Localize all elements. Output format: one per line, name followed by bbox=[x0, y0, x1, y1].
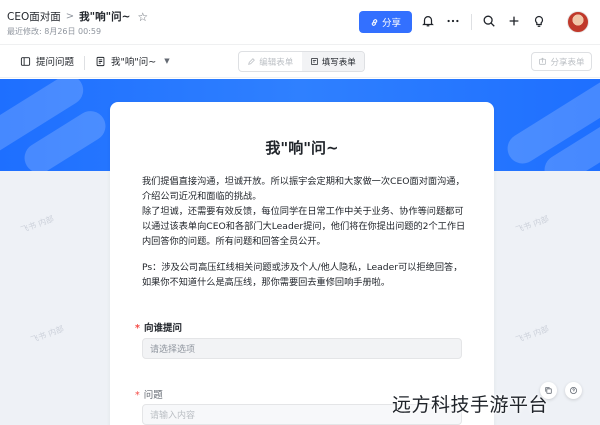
breadcrumb: CEO面对面 > 我"响"问~ ☆ bbox=[7, 9, 148, 24]
field-label-text: 向谁提问 bbox=[143, 323, 182, 334]
header-divider bbox=[471, 14, 472, 30]
field-label-question: * 问题 bbox=[135, 387, 163, 401]
watermark-text: 飞书 内部 bbox=[19, 214, 56, 235]
avatar[interactable] bbox=[567, 11, 589, 33]
link-icon bbox=[371, 18, 378, 26]
description-paragraph: Ps：涉及公司高压红线相关问题或涉及个人/他人隐私，Leader可以拒绝回答，如… bbox=[142, 262, 463, 288]
form-view-icon bbox=[96, 56, 105, 66]
watermark-text: 飞书 内部 bbox=[514, 324, 551, 345]
share-button-label: 分享 bbox=[381, 18, 401, 29]
fill-form-label: 填写表单 bbox=[321, 57, 356, 68]
toolbar: 提问问题 我"响"问~ ▼ 编辑表单 填写表单 分享表单 bbox=[0, 44, 600, 78]
toolbar-divider bbox=[84, 56, 85, 70]
chevron-down-icon: ▼ bbox=[164, 57, 170, 65]
breadcrumb-separator: > bbox=[65, 11, 75, 22]
fill-form-button[interactable]: 填写表单 bbox=[301, 52, 364, 71]
lightbulb-icon[interactable] bbox=[531, 13, 547, 29]
share-button[interactable]: 分享 bbox=[359, 11, 412, 33]
help-icon[interactable] bbox=[565, 382, 582, 399]
breadcrumb-root[interactable]: CEO面对面 bbox=[7, 9, 61, 24]
search-icon[interactable] bbox=[481, 13, 497, 29]
required-marker: * bbox=[135, 390, 140, 401]
edit-form-button[interactable]: 编辑表单 bbox=[239, 52, 302, 71]
breadcrumb-current[interactable]: 我"响"问~ bbox=[79, 9, 130, 24]
fill-form-icon bbox=[310, 58, 318, 65]
view-selector[interactable]: 我"响"问~ ▼ bbox=[95, 54, 170, 68]
description-paragraph: 我们提倡直接沟通，坦诚开放。所以振宇会定期和大家做一次CEO面对面沟通，介绍公司… bbox=[142, 176, 465, 202]
star-icon[interactable]: ☆ bbox=[137, 10, 148, 24]
edit-form-label: 编辑表单 bbox=[259, 57, 294, 68]
watermark-text: 飞书 内部 bbox=[29, 324, 66, 345]
form-title: 我"响"问~ bbox=[265, 139, 339, 157]
field-label-recipient: * 向谁提问 bbox=[135, 320, 182, 334]
bell-icon[interactable] bbox=[420, 13, 436, 29]
sidebar-toggle-icon bbox=[20, 56, 31, 66]
tab-questions[interactable]: 提问问题 bbox=[20, 54, 74, 68]
edit-icon bbox=[248, 58, 256, 65]
questions-label: 提问问题 bbox=[36, 57, 75, 68]
share-form-icon bbox=[539, 57, 547, 65]
description-paragraph: 除了坦诚，还需要有效反馈，每位同学在日常工作中关于业务、协作等问题都可以通过该表… bbox=[142, 206, 466, 247]
form-canvas: 飞书 内部 飞书 内部 飞书 内部 飞书 内部 我"响"问~ 我们提倡直接沟通，… bbox=[0, 79, 600, 425]
share-form-button[interactable]: 分享表单 bbox=[531, 52, 592, 71]
field-label-text: 问题 bbox=[143, 390, 163, 401]
form-card: 我"响"问~ 我们提倡直接沟通，坦诚开放。所以振宇会定期和大家做一次CEO面对面… bbox=[110, 102, 494, 425]
share-form-label: 分享表单 bbox=[550, 57, 585, 68]
view-label: 我"响"问~ bbox=[111, 57, 157, 68]
form-description: 我们提倡直接沟通，坦诚开放。所以振宇会定期和大家做一次CEO面对面沟通，介绍公司… bbox=[142, 174, 468, 290]
plus-icon[interactable] bbox=[506, 13, 522, 29]
top-header: CEO面对面 > 我"响"问~ ☆ 最近修改: 8月26日 00:59 分享 bbox=[0, 0, 600, 44]
recipient-select[interactable]: 请选择选项 bbox=[142, 338, 462, 359]
watermark-text: 飞书 内部 bbox=[514, 214, 551, 235]
corner-watermark: 远方科技手游平台 bbox=[392, 394, 549, 416]
last-modified: 最近修改: 8月26日 00:59 bbox=[7, 27, 102, 36]
more-icon[interactable] bbox=[445, 13, 461, 29]
required-marker: * bbox=[135, 323, 140, 334]
form-mode-switch: 编辑表单 填写表单 bbox=[238, 51, 365, 72]
